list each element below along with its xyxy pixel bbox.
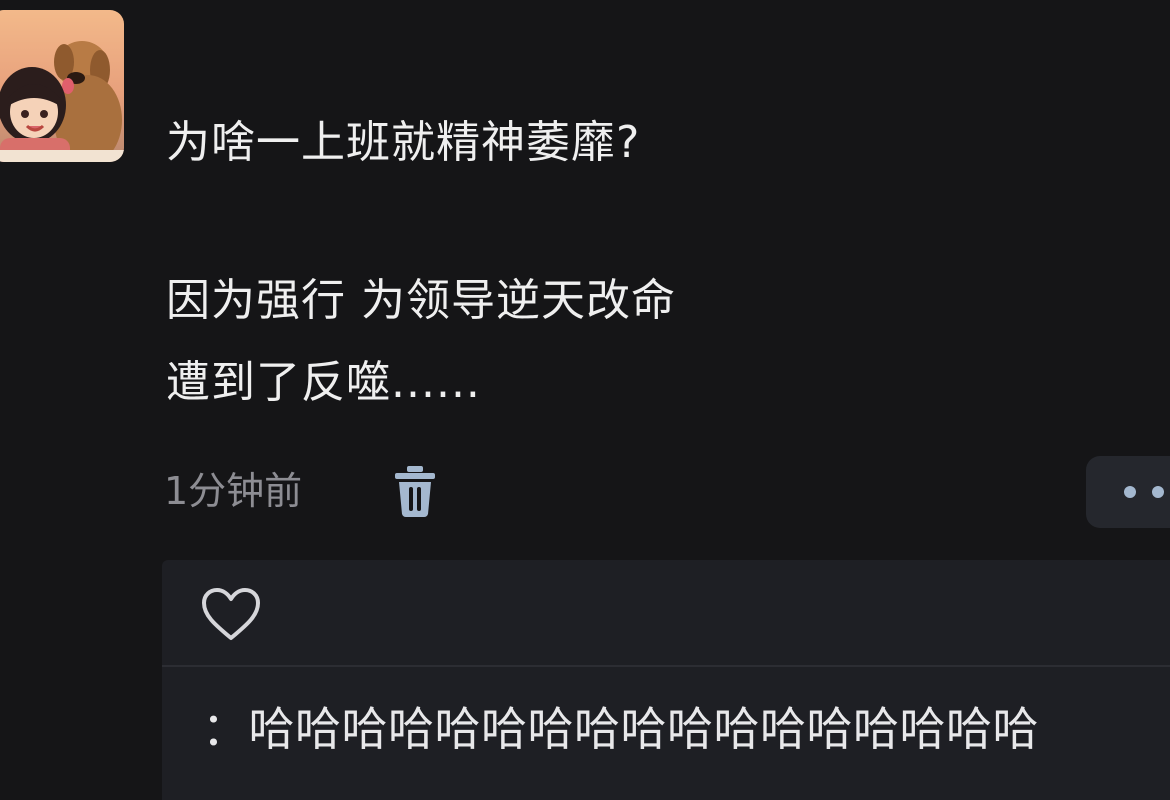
- comment-text: ：哈哈哈哈哈哈哈哈哈哈哈哈哈哈哈哈哈: [202, 702, 1039, 756]
- trash-icon: [395, 466, 435, 517]
- more-icon: [1124, 486, 1136, 498]
- more-icon-dot: [1152, 486, 1164, 498]
- post-body-line-1: 因为强行 为领导逆天改命: [166, 275, 676, 326]
- heart-icon: [202, 588, 260, 640]
- more-button[interactable]: [1086, 456, 1170, 528]
- avatar-image: [0, 10, 124, 162]
- post-title-line: 为啥一上班就精神萎靡?: [166, 117, 641, 168]
- avatar[interactable]: [0, 10, 124, 162]
- post-timestamp: 1分钟前: [164, 469, 303, 513]
- divider: [162, 665, 1170, 667]
- delete-button[interactable]: [393, 464, 437, 518]
- like-button[interactable]: [200, 586, 262, 642]
- comment-panel: ：哈哈哈哈哈哈哈哈哈哈哈哈哈哈哈哈哈: [162, 560, 1170, 800]
- post-body-line-2: 遭到了反噬......: [166, 357, 481, 408]
